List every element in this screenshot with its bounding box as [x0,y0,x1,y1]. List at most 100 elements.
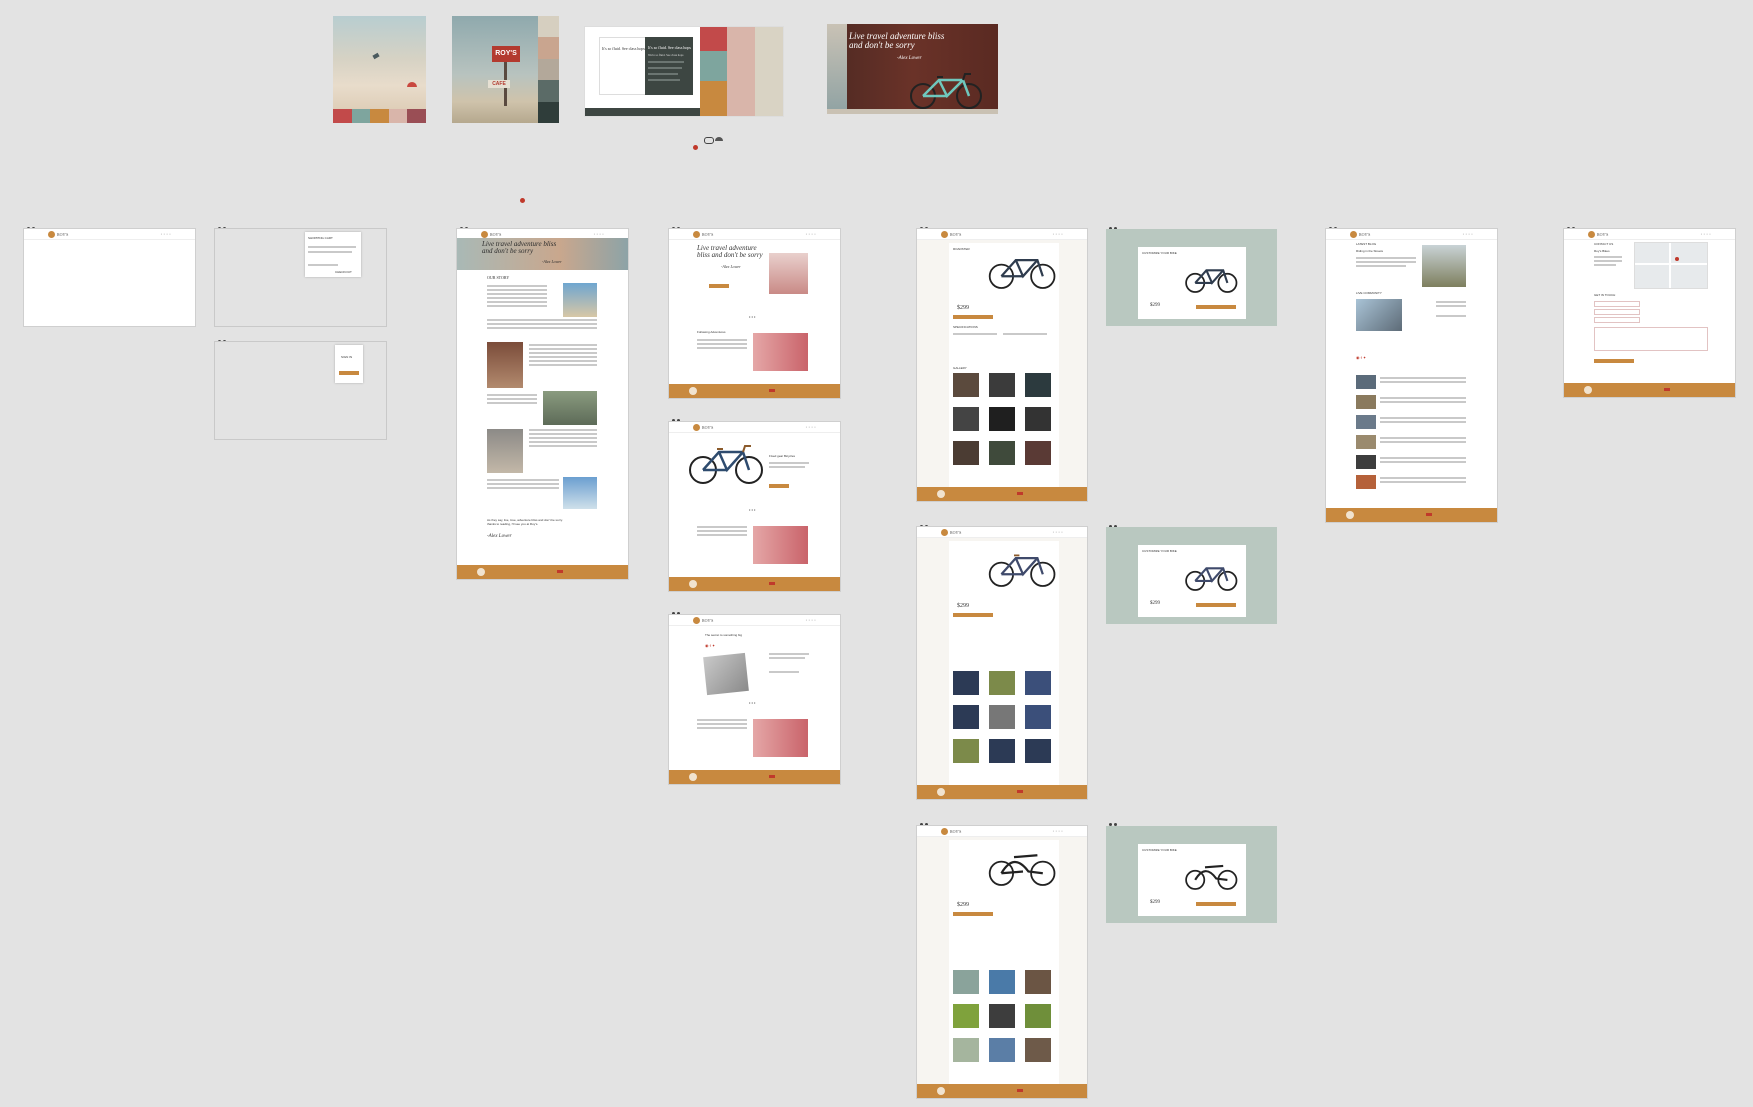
hero-quote: Live travel adventure bliss and don't be… [849,31,945,51]
social-icons[interactable]: ◉ f ✦ [1356,355,1366,360]
footer-subscribe-button[interactable] [1017,790,1023,793]
cart-title: SHOPPING CART [308,236,333,240]
cart-checkout[interactable]: CHECKOUT [335,270,352,274]
footer-subscribe-button[interactable] [1664,388,1670,391]
nav-bar: ROY'S ▪ ▪ ▪ ▪ [917,826,1087,837]
artboard-customize-cruiser[interactable]: CUSTOMIZE YOUR BIKE $299 [1106,826,1277,923]
nav-links: ▪ ▪ ▪ ▪ [805,232,816,236]
footer-logo-icon [937,1087,945,1095]
nav-links: ▪ ▪ ▪ ▪ [1052,232,1063,236]
artboard-menu-icon[interactable] [672,217,686,248]
footer-logo-icon [1584,386,1592,394]
contact-phone-field[interactable] [1594,317,1640,323]
artboard-menu-icon[interactable] [1567,217,1581,248]
artboard-menu-icon[interactable] [218,217,232,248]
moodboard-beach[interactable] [333,16,426,123]
type-sample-dark: It's so fluid. See class hops We're so f… [645,37,693,95]
add-to-cart-button[interactable] [953,613,993,617]
contact-title: CONTACT US [1594,242,1614,246]
artboard-menu-icon[interactable] [1109,217,1123,248]
artboard-product-road[interactable]: ROY'S ▪ ▪ ▪ ▪ ROADSTER $299 SPECIFICATION… [917,229,1087,501]
artboard-popup-overlay[interactable]: SIGN IN [215,342,386,439]
cursor-pin-icon [693,145,698,150]
footer-subscribe-button[interactable] [769,582,775,585]
home-hero-button[interactable] [709,284,729,288]
customize-modal[interactable]: CUSTOMIZE YOUR BIKE $299 [1138,545,1246,617]
artboard-about[interactable]: ROY'S ▪ ▪ ▪ ▪ Live travel adventure bliss… [457,229,628,579]
artboard-product-fixed[interactable]: ROY'S ▪ ▪ ▪ ▪ $299 [917,527,1087,799]
footer-subscribe-button[interactable] [1017,1089,1023,1092]
about-photo-shop [487,342,523,388]
artboard-menu-icon[interactable] [460,217,474,248]
feature-button[interactable] [769,484,789,488]
logo-text: ROY'S [490,232,502,237]
cart-panel[interactable]: SHOPPING CART CHECKOUT [305,232,361,277]
artboard-home-3[interactable]: ROY'S ▪ ▪ ▪ ▪ The secret to something big… [669,615,840,784]
about-banner: Live travel adventure bliss and don't be… [457,238,628,270]
contact-message-field[interactable] [1594,327,1708,351]
footer-subscribe-button[interactable] [769,775,775,778]
contact-name-field[interactable] [1594,301,1640,307]
artboard-menu-icon[interactable] [1329,217,1343,248]
popup-panel[interactable]: SIGN IN [335,345,363,383]
artboard-menu-icon[interactable] [218,330,232,361]
customize-add-button[interactable] [1196,902,1236,906]
artboard-menu-icon[interactable] [1109,515,1123,546]
type-sample-subtitle: We're so fluid. See class hops [648,53,684,57]
moodboard-bike-hero[interactable]: Live travel adventure bliss and don't be… [827,24,998,114]
add-to-cart-button[interactable] [953,315,993,319]
footer-logo-icon [689,773,697,781]
customize-add-button[interactable] [1196,305,1236,309]
add-to-cart-button[interactable] [953,912,993,916]
artboard-contact[interactable]: ROY'S ▪ ▪ ▪ ▪ CONTACT US Roy's Bikes GET … [1564,229,1735,397]
artboard-blog[interactable]: ROY'S ▪ ▪ ▪ ▪ LATEST BLOG Riding in the S… [1326,229,1497,522]
artboard-product-cruiser[interactable]: ROY'S ▪ ▪ ▪ ▪ $299 [917,826,1087,1098]
footer [917,1084,1087,1098]
moodboard-typography[interactable]: It's so fluid. See class hops It's so fl… [585,27,783,116]
footer-subscribe-button[interactable] [1017,492,1023,495]
road-bike-icon [988,258,1056,289]
artboard-customize-road[interactable]: CUSTOMIZE YOUR BIKE $299 [1106,229,1277,326]
artboard-blank[interactable]: ROY'S ▪ ▪ ▪ ▪ [24,229,195,326]
footer-subscribe-button[interactable] [557,570,563,573]
popup-submit-button[interactable] [339,371,359,375]
about-banner-quote: Live travel adventure bliss and don't be… [482,240,557,256]
footer-subscribe-button[interactable] [1426,513,1432,516]
moodboard-roys-sign[interactable]: ROY'S CAFE [452,16,559,124]
artboard-menu-icon[interactable] [1109,813,1123,844]
beach-umbrella-icon [407,82,417,87]
road-bike-icon [689,445,763,484]
artboard-cart-overlay[interactable]: SHOPPING CART CHECKOUT [215,229,386,326]
about-photo-riders [543,391,597,425]
logo-text: ROY'S [702,425,714,430]
about-banner-signature: -Alex Lower [542,259,562,264]
about-photo-palms [563,283,597,317]
social-icons[interactable]: ◉ f ✦ [705,643,715,648]
footer-subscribe-button[interactable] [769,389,775,392]
product-features: SPECIFICATIONS [953,325,978,329]
artboard-menu-icon[interactable] [27,217,41,248]
footer-logo-icon [1346,511,1354,519]
type-sample-light-title: It's so fluid. See class hops [602,46,645,51]
home-feature-photo [753,719,808,757]
artboard-home-2[interactable]: ROY'S ▪ ▪ ▪ ▪ Fixed gear Bicycles • • • [669,422,840,591]
cursor-bike-icon [704,137,714,144]
roys-sign-board: ROY'S [492,46,520,62]
contact-email-field[interactable] [1594,309,1640,315]
artboard-home-1[interactable]: ROY'S ▪ ▪ ▪ ▪ Live travel adventure bliss… [669,229,840,398]
artboard-menu-icon[interactable] [920,515,934,546]
customize-modal[interactable]: CUSTOMIZE YOUR BIKE $299 [1138,844,1246,916]
nav-links: ▪ ▪ ▪ ▪ [160,232,171,236]
artboard-menu-icon[interactable] [672,602,686,633]
artboard-menu-icon[interactable] [672,409,686,440]
logo-icon [693,617,700,624]
contact-map[interactable] [1634,242,1708,289]
artboard-menu-icon[interactable] [920,813,934,844]
customize-add-button[interactable] [1196,603,1236,607]
logo-text: ROY'S [950,829,962,834]
contact-submit-button[interactable] [1594,359,1634,363]
artboard-menu-icon[interactable] [920,217,934,248]
customize-modal[interactable]: CUSTOMIZE YOUR BIKE $299 [1138,247,1246,319]
nav-bar: ROY'S ▪ ▪ ▪ ▪ [669,615,840,626]
artboard-customize-fixed[interactable]: CUSTOMIZE YOUR BIKE $299 [1106,527,1277,624]
